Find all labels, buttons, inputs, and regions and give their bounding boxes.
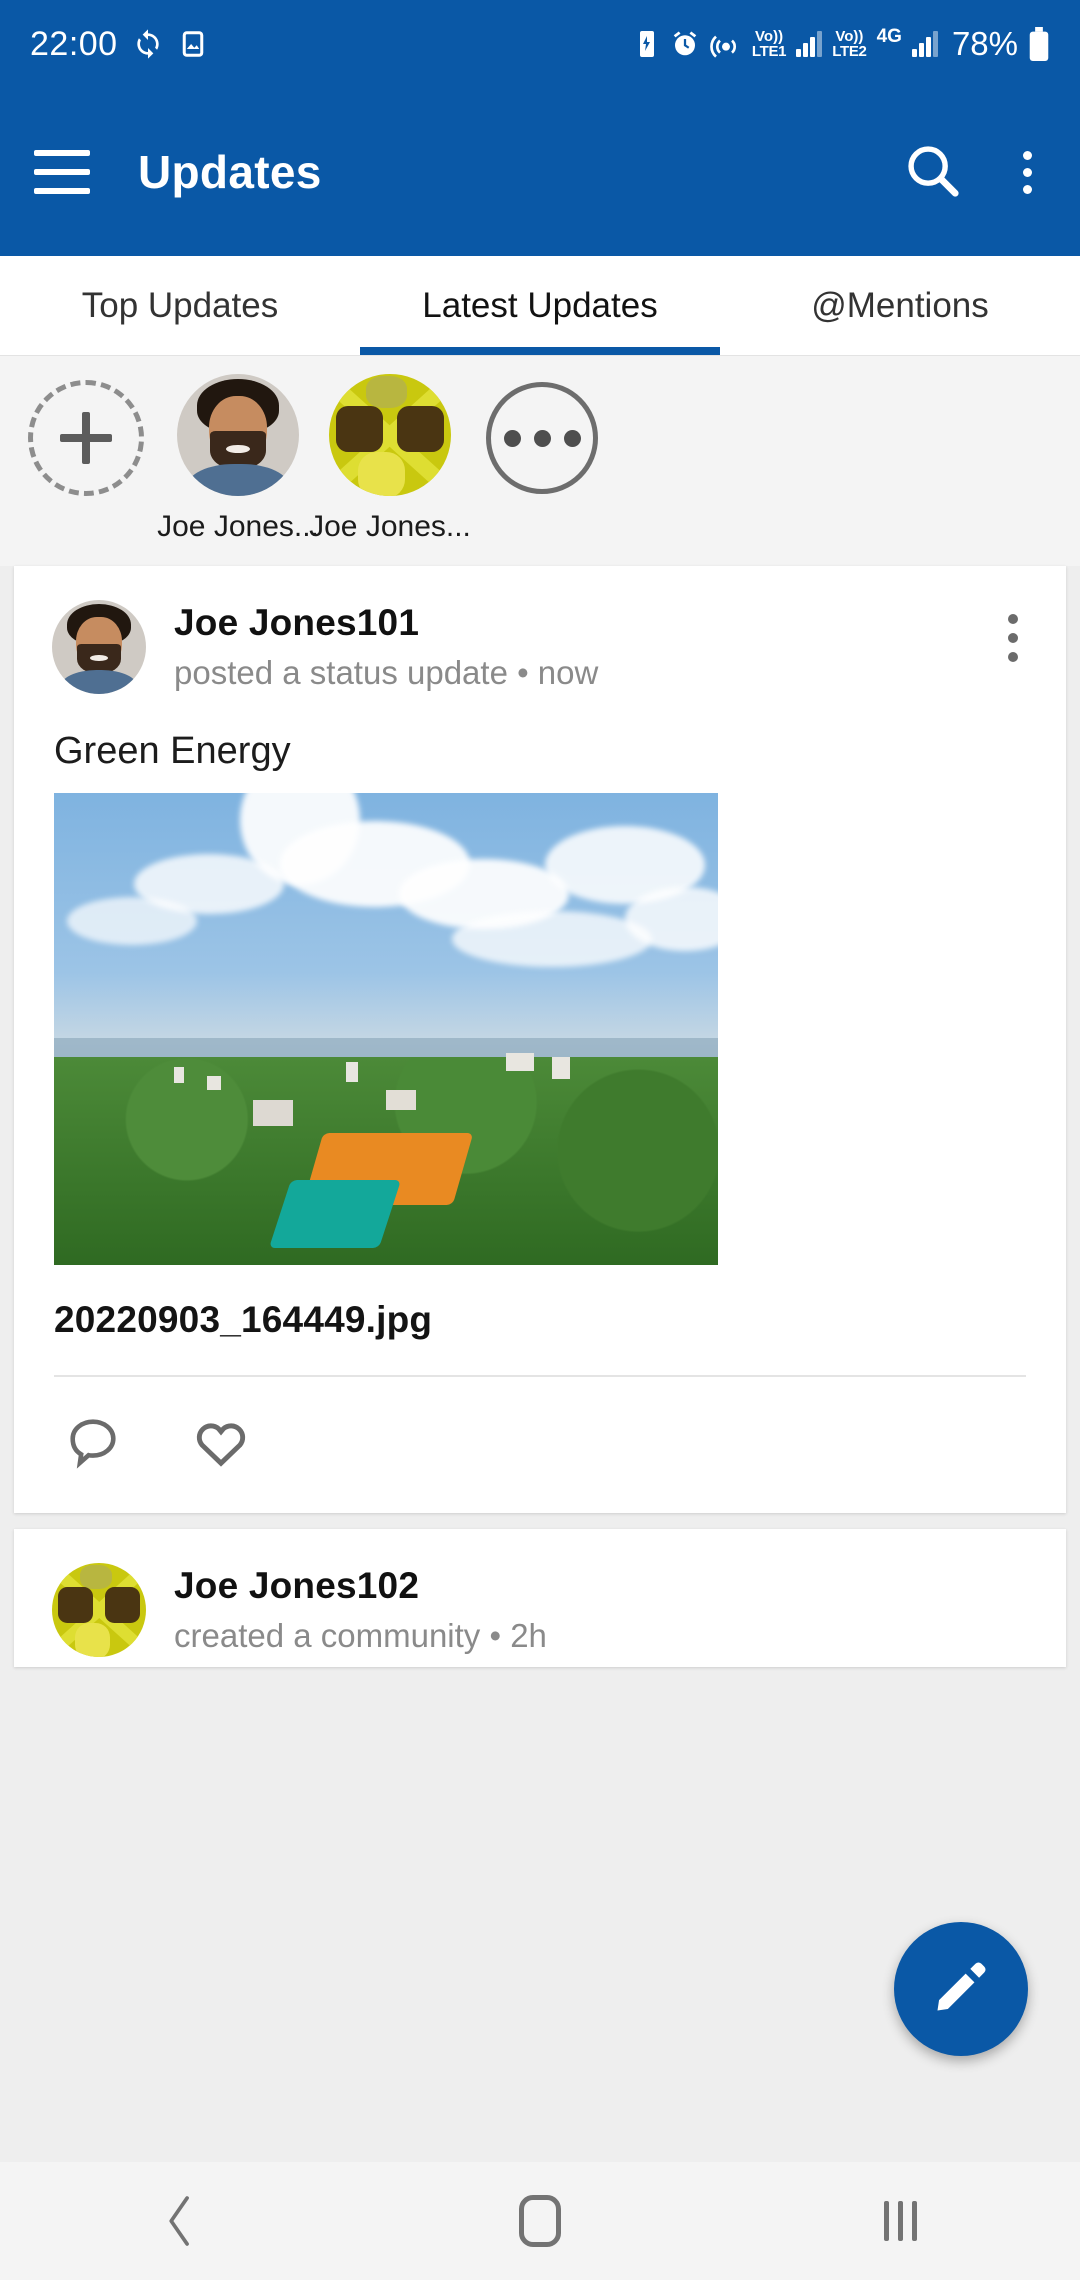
sim2-signal-icon bbox=[911, 31, 938, 57]
comment-icon[interactable] bbox=[62, 1411, 124, 1473]
add-story-icon[interactable] bbox=[28, 380, 144, 496]
back-icon[interactable] bbox=[100, 2162, 260, 2280]
post-subtitle: posted a status update • now bbox=[174, 654, 599, 691]
feed-post-1: Joe Jones102 created a community • 2h bbox=[14, 1529, 1066, 1667]
more-vertical-icon[interactable] bbox=[1009, 141, 1046, 204]
page-title: Updates bbox=[138, 146, 322, 198]
app-bar: Updates bbox=[0, 88, 1080, 256]
data-type-icon: 4G bbox=[877, 27, 902, 62]
sync-icon bbox=[132, 28, 164, 60]
alarm-icon bbox=[670, 29, 700, 59]
battery-icon bbox=[1028, 27, 1050, 61]
status-bar: 22:00 Vo)) LTE1 Vo)) LTE2 4G 78% bbox=[0, 0, 1080, 88]
status-bar-right: Vo)) LTE1 Vo)) LTE2 4G 78% bbox=[634, 25, 1050, 63]
app-bar-actions bbox=[901, 139, 1046, 206]
post-author[interactable]: Joe Jones101 bbox=[174, 602, 998, 644]
tab-bar: Top Updates Latest Updates @Mentions bbox=[0, 256, 1080, 356]
sim1-signal-icon bbox=[796, 31, 823, 57]
sim2-lte-label: LTE2 bbox=[832, 43, 867, 60]
avatar[interactable] bbox=[52, 600, 146, 694]
phone-screen: 22:00 Vo)) LTE1 Vo)) LTE2 4G 78% Updates… bbox=[0, 0, 1080, 2280]
post-author[interactable]: Joe Jones102 bbox=[174, 1565, 1028, 1607]
story-add-button[interactable] bbox=[10, 374, 162, 496]
post-image[interactable] bbox=[54, 793, 718, 1265]
post-actions bbox=[14, 1377, 1066, 1513]
stories-row: Joe Jones... Joe Jones... bbox=[0, 356, 1080, 566]
post-meta: Joe Jones101 posted a status update • no… bbox=[174, 600, 998, 692]
sim1-lte-label: LTE1 bbox=[751, 43, 787, 60]
tab-mentions[interactable]: @Mentions bbox=[720, 256, 1080, 355]
search-icon[interactable] bbox=[901, 139, 963, 206]
post-header: Joe Jones102 created a community • 2h bbox=[14, 1529, 1066, 1667]
tab-top-updates[interactable]: Top Updates bbox=[0, 256, 360, 355]
story-item-0[interactable]: Joe Jones... bbox=[157, 374, 319, 544]
post-overflow-icon[interactable] bbox=[998, 600, 1028, 662]
status-bar-left: 22:00 bbox=[30, 25, 208, 64]
hotspot-icon bbox=[710, 28, 742, 60]
hamburger-icon[interactable] bbox=[34, 150, 90, 194]
sim2-vo-label: Vo)) bbox=[835, 28, 864, 45]
sim1-volte-icon: Vo)) LTE1 bbox=[751, 28, 787, 60]
battery-percent-label: 78% bbox=[951, 25, 1018, 62]
attachment-filename[interactable]: 20220903_164449.jpg bbox=[14, 1265, 1066, 1375]
tab-latest-updates[interactable]: Latest Updates bbox=[360, 256, 720, 355]
like-icon[interactable] bbox=[190, 1411, 252, 1473]
story-item-1[interactable]: Joe Jones... bbox=[309, 374, 471, 544]
edit-pencil-icon bbox=[930, 1956, 992, 2023]
battery-saver-icon bbox=[634, 29, 660, 59]
post-subtitle: created a community • 2h bbox=[174, 1617, 547, 1654]
sim2-volte-icon: Vo)) LTE2 bbox=[832, 28, 867, 60]
post-title: Green Energy bbox=[54, 730, 291, 772]
data-type-label: 4G bbox=[876, 25, 902, 47]
image-icon bbox=[178, 29, 208, 59]
sim1-vo-label: Vo)) bbox=[755, 28, 784, 45]
avatar[interactable] bbox=[52, 1563, 146, 1657]
more-horizontal-icon[interactable] bbox=[486, 382, 598, 494]
story-label: Joe Jones... bbox=[309, 510, 471, 543]
recents-icon[interactable] bbox=[820, 2162, 980, 2280]
post-header: Joe Jones101 posted a status update • no… bbox=[14, 566, 1066, 704]
post-meta: Joe Jones102 created a community • 2h bbox=[174, 1563, 1028, 1655]
status-time: 22:00 bbox=[30, 24, 118, 63]
compose-fab-button[interactable] bbox=[894, 1922, 1028, 2056]
story-more-button[interactable] bbox=[466, 374, 618, 494]
avatar bbox=[177, 374, 299, 496]
system-nav-bar bbox=[0, 2162, 1080, 2280]
avatar bbox=[329, 374, 451, 496]
home-icon[interactable] bbox=[460, 2162, 620, 2280]
feed-post-0: Joe Jones101 posted a status update • no… bbox=[14, 566, 1066, 1513]
story-label: Joe Jones... bbox=[157, 510, 319, 543]
